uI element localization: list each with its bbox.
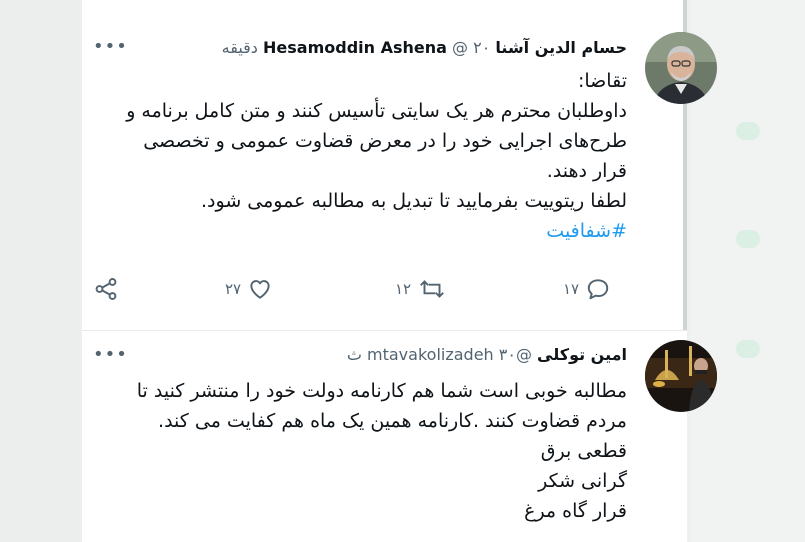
tweet-text: مطالبه خوبی است شما هم کارنامه دولت خود … xyxy=(137,376,627,526)
tweet-header: امین توکلی @mtavakolizadeh ۳۰ ث xyxy=(347,345,627,364)
display-name[interactable]: امین توکلی xyxy=(537,345,627,364)
like-button[interactable]: ۲۷ xyxy=(225,276,273,302)
retweet-count: ۱۲ xyxy=(395,280,412,298)
background-left xyxy=(0,0,80,542)
tweet-line: قطعی برق xyxy=(540,440,627,462)
retweet-icon xyxy=(417,276,447,302)
reply-icon xyxy=(585,276,611,302)
like-count: ۲۷ xyxy=(225,280,242,298)
tweet-header: حسام الدین آشنا Hesamoddin Ashena @ ۲۰ د… xyxy=(222,38,627,57)
bg-faded-badge xyxy=(736,340,760,358)
tweet-line: مردم قضاوت کنند .کارنامه همین یک ماه هم … xyxy=(158,410,627,432)
tweet-line: مطالبه خوبی است شما هم کارنامه دولت خود … xyxy=(136,380,627,402)
tweet-line: تقاضا: xyxy=(577,70,627,92)
more-dots-icon[interactable]: ••• xyxy=(93,344,128,365)
bg-faded-badge xyxy=(736,230,760,248)
retweet-button[interactable]: ۱۲ xyxy=(395,276,447,302)
avatar[interactable] xyxy=(645,32,717,104)
tweet-line: قرار گاه مرغ xyxy=(524,500,627,522)
share-icon xyxy=(93,276,119,302)
reply-count: ۱۷ xyxy=(563,280,580,298)
avatar[interactable] xyxy=(645,340,717,412)
hashtag-link[interactable]: #شفافیت xyxy=(126,216,627,246)
tweet-line: داوطلبان محترم هر یک سایتی تأسیس کنند و … xyxy=(126,100,627,122)
bg-faded-badge xyxy=(736,122,760,140)
handle[interactable]: @ xyxy=(452,38,468,57)
tweet-line: طرح‌های اجرایی خود را در معرض قضاوت عموم… xyxy=(143,130,627,152)
display-name[interactable]: حسام الدین آشنا xyxy=(495,38,627,57)
heart-icon xyxy=(247,276,273,302)
reply-button[interactable]: ۱۷ xyxy=(563,276,611,302)
share-button[interactable] xyxy=(93,276,119,302)
tweet-line: گرانی شکر xyxy=(538,470,627,492)
tweet-text: تقاضا: داوطلبان محترم هر یک سایتی تأسیس … xyxy=(126,66,627,246)
tweet-divider xyxy=(82,330,687,331)
tweet-line: لطفا ریتوییت بفرمایید تا تبدیل به مطالبه… xyxy=(201,190,627,212)
tweet-line: قرار دهند. xyxy=(546,160,627,182)
more-dots-icon[interactable]: ••• xyxy=(93,36,128,57)
display-name-latin[interactable]: Hesamoddin Ashena xyxy=(263,38,447,57)
